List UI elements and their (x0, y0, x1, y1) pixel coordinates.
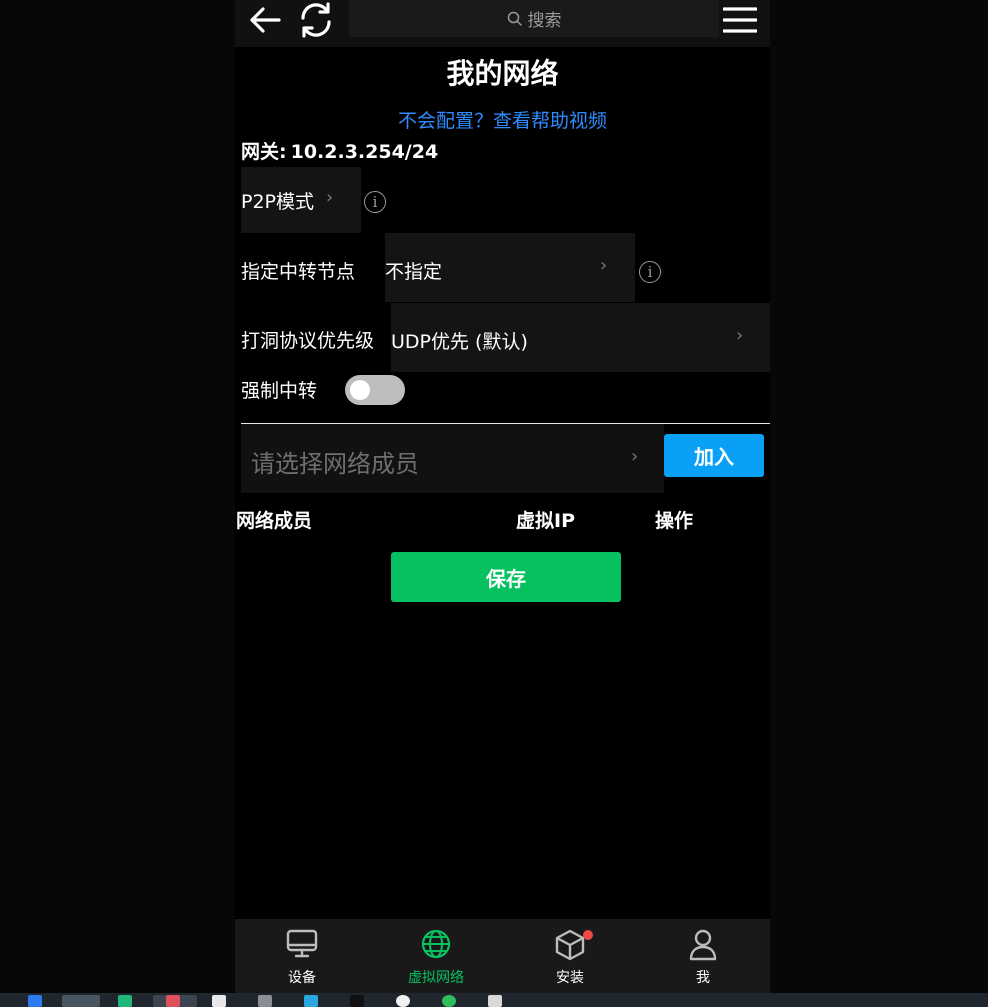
column-header-virtual-ip: 虚拟IP (516, 510, 575, 532)
member-select-placeholder: 请选择网络成员 (251, 450, 419, 478)
tab-label: 设备 (288, 970, 316, 986)
chevron-right-icon: › (326, 187, 334, 208)
search-placeholder: 搜索 (527, 11, 562, 31)
help-video-link[interactable]: 不会配置？查看帮助视频 (235, 106, 770, 133)
tab-label: 我 (696, 970, 710, 986)
column-header-member: 网络成员 (236, 510, 313, 532)
user-icon (689, 929, 717, 961)
page-title: 我的网络 (446, 57, 559, 90)
taskbar-app-icon[interactable] (28, 995, 42, 1007)
relay-node-label: 指定中转节点 (241, 261, 356, 283)
tab-install[interactable]: 安装 (503, 919, 637, 993)
app-window: 搜索 我的网络 不会配置？查看帮助视频 网关: 10.2.3.254/24 P2P… (235, 0, 770, 993)
relay-node-value: 不指定 (385, 261, 443, 283)
column-header-actions: 操作 (655, 510, 694, 532)
refresh-button[interactable] (296, 2, 336, 38)
taskbar-app-icon[interactable] (166, 995, 180, 1007)
gateway-value: 10.2.3.254/24 (290, 141, 439, 163)
package-box-icon (555, 929, 585, 961)
hamburger-menu-icon (723, 7, 757, 33)
p2p-mode-select[interactable]: P2P模式 › (241, 167, 361, 233)
tab-devices[interactable]: 设备 (235, 919, 369, 993)
notification-badge (583, 930, 593, 940)
tab-me[interactable]: 我 (636, 919, 770, 993)
taskbar-app-icon[interactable] (350, 995, 364, 1007)
force-relay-toggle[interactable] (345, 375, 405, 405)
toggle-knob (350, 380, 370, 400)
top-bar: 搜索 (235, 0, 770, 47)
menu-button[interactable] (720, 2, 760, 38)
info-icon[interactable]: i (639, 261, 661, 283)
hole-punch-priority-select[interactable]: UDP优先 (默认) › (391, 303, 770, 372)
join-button[interactable]: 加入 (664, 434, 764, 477)
back-button[interactable] (245, 2, 285, 38)
info-icon[interactable]: i (364, 191, 386, 213)
gateway-label: 网关: (241, 141, 287, 163)
taskbar-app-icon[interactable] (488, 995, 502, 1007)
p2p-mode-label: P2P模式 (241, 191, 315, 213)
search-icon (507, 11, 522, 26)
taskbar-app-icon[interactable] (396, 995, 410, 1007)
member-select[interactable]: 请选择网络成员 › (241, 424, 664, 493)
force-relay-label: 强制中转 (241, 380, 318, 402)
tab-label: 虚拟网络 (408, 970, 464, 986)
save-button[interactable]: 保存 (391, 552, 621, 602)
bottom-tab-bar: 设备 虚拟网络 安装 我 (235, 919, 770, 993)
relay-node-select[interactable]: 不指定 › (385, 233, 635, 302)
taskbar-app-icon[interactable] (62, 995, 100, 1007)
hole-punch-priority-value: UDP优先 (默认) (391, 331, 528, 353)
search-input[interactable]: 搜索 (349, 0, 719, 37)
chevron-right-icon: › (600, 255, 608, 276)
back-arrow-icon (250, 7, 281, 33)
taskbar-app-icon[interactable] (304, 995, 318, 1007)
chevron-right-icon: › (631, 446, 639, 467)
os-taskbar (0, 993, 988, 1007)
refresh-icon (301, 2, 331, 38)
globe-icon (421, 929, 451, 959)
monitor-icon (286, 929, 318, 958)
gateway-line: 网关: 10.2.3.254/24 (241, 137, 438, 164)
tab-label: 安装 (556, 970, 584, 986)
chevron-right-icon: › (736, 325, 744, 346)
taskbar-app-icon[interactable] (212, 995, 226, 1007)
taskbar-app-icon[interactable] (118, 995, 132, 1007)
tab-virtual-network[interactable]: 虚拟网络 (369, 919, 503, 993)
hole-punch-priority-label: 打洞协议优先级 (241, 330, 375, 352)
taskbar-app-icon[interactable] (442, 995, 456, 1007)
taskbar-app-icon[interactable] (258, 995, 272, 1007)
